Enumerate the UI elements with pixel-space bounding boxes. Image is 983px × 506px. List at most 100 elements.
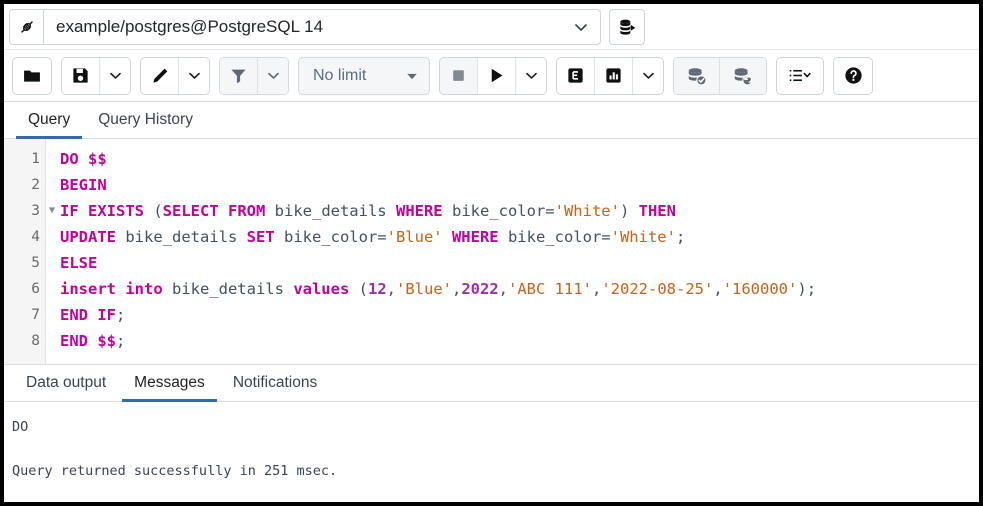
code-token: '160000' [722,280,798,298]
code-token: bike_color= [451,202,555,220]
line-number-text: 6 [31,281,40,297]
list-icon [789,69,811,82]
code-token: 'Blue' [386,228,452,246]
code-token: THEN [638,202,676,220]
commit-button[interactable] [674,57,720,94]
execute-dropdown-button[interactable] [516,57,546,94]
row-limit-value: No limit [313,66,367,84]
code-token: $$ [88,150,107,168]
code-token: END [60,332,98,350]
macros-button[interactable] [777,57,823,94]
open-file-button[interactable] [13,57,51,94]
explain-button[interactable] [557,57,595,94]
code-token: , [452,280,462,298]
new-connection-button[interactable] [609,8,645,45]
chevron-down-icon [109,72,121,79]
explain-dropdown-button[interactable] [633,57,663,94]
code-fold-toggle-icon[interactable]: ▼ [43,198,55,224]
save-file-button[interactable] [62,57,100,94]
sql-code-area[interactable]: DO $$ BEGIN IF EXISTS (SELECT FROM bike_de… [46,139,979,364]
edit-group [140,56,210,95]
code-token: BEGIN [60,176,107,194]
stop-button[interactable] [440,57,478,94]
code-line: UPDATE bike_details SET bike_color='Blue… [60,224,979,250]
database-check-icon [688,67,707,86]
code-token: values [293,280,359,298]
chevron-down-icon [267,72,279,79]
code-token: 'Blue' [396,280,452,298]
edit-dropdown-button[interactable] [179,57,209,94]
edit-button[interactable] [141,57,179,94]
line-number-text: 8 [31,333,40,349]
tab-query[interactable]: Query [14,107,84,139]
line-number: 4 [4,224,45,250]
code-token: ; [675,228,686,246]
chevron-down-icon [642,72,654,79]
code-token: bike_details [125,228,247,246]
rollback-button[interactable] [720,57,766,94]
code-token: bike_details [274,202,396,220]
line-number: 1 [4,146,45,172]
code-token: bike_details [171,280,294,298]
code-line: DO $$ [60,146,979,172]
code-token: ) [797,280,807,298]
line-number-text: 5 [31,255,40,271]
connection-bar: example/postgres@PostgreSQL 14 [4,4,979,50]
code-token: ( [358,280,368,298]
bar-chart-icon [606,68,621,83]
tab-query-history[interactable]: Query History [84,107,207,138]
explain-analyze-button[interactable] [595,57,633,94]
filter-group [219,56,289,95]
code-token: 2022 [461,280,499,298]
code-line: END IF; [60,302,979,328]
code-token: ELSE [60,254,98,272]
folder-icon [24,70,40,82]
code-token: IF EXISTS [60,202,154,220]
code-line: insert into bike_details values (12,'Blu… [60,276,979,302]
code-token: WHERE [451,228,508,246]
execute-group [439,56,547,95]
pgadmin-query-tool: example/postgres@PostgreSQL 14 No limit … [4,4,979,502]
messages-panel: DO Query returned successfully in 251 ms… [4,402,979,502]
filter-dropdown-button[interactable] [258,57,288,94]
code-token: ) [619,202,639,220]
tab-query-label: Query [28,111,71,128]
code-line: BEGIN [60,172,979,198]
query-toolbar: No limit [4,50,979,102]
help-button[interactable] [834,57,872,94]
chevron-down-icon [188,72,200,79]
line-number: 6 [4,276,45,302]
sql-editor[interactable]: 1 2 3 ▼ 4 5 6 7 8 DO $$ BEGIN IF EXISTS (SE… [4,139,979,364]
line-number-gutter: 1 2 3 ▼ 4 5 6 7 8 [4,139,55,364]
code-token: bike_color= [283,228,387,246]
code-token: ; [116,332,126,350]
line-number-text: 7 [31,307,40,323]
funnel-icon [231,69,246,84]
macros-group [776,56,824,95]
code-token: SELECT FROM [162,202,275,220]
stop-square-icon [453,70,464,81]
chevron-down-icon [525,72,537,79]
tab-data-output[interactable]: Data output [12,370,120,401]
tab-notifications[interactable]: Notifications [219,370,331,401]
code-token: 'White' [554,202,620,220]
query-tabbar: Query Query History [4,102,979,139]
code-line: IF EXISTS (SELECT FROM bike_details WHER… [60,198,979,224]
code-token: SET [246,228,284,246]
chevron-down-icon-glyph [575,23,587,31]
row-limit-select[interactable]: No limit [298,56,430,95]
chevron-down-icon[interactable] [570,19,592,35]
tab-notifications-label: Notifications [232,374,318,391]
execute-button[interactable] [478,57,516,94]
save-dropdown-button[interactable] [100,57,130,94]
output-tabbar: Data output Messages Notifications [4,364,979,402]
help-group [833,56,873,95]
code-token: WHERE [395,202,452,220]
tab-messages[interactable]: Messages [120,370,219,402]
connection-select[interactable]: example/postgres@PostgreSQL 14 [43,8,601,45]
code-token: END IF [60,306,116,324]
line-number: 7 [4,302,45,328]
code-token: $$ [97,332,116,350]
filter-button[interactable] [220,57,258,94]
